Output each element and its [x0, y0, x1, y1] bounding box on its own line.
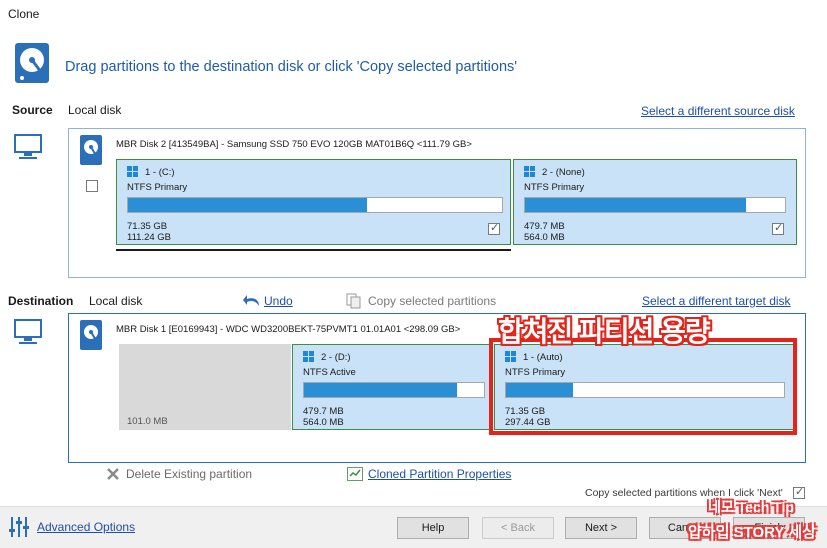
advanced-options-link[interactable]: Advanced Options: [37, 520, 135, 534]
disk-icon: [80, 135, 102, 165]
delete-icon: [106, 467, 120, 481]
properties-icon: [347, 467, 363, 481]
partition-type: NTFS Primary: [127, 182, 188, 193]
usage-bar-fill: [525, 198, 746, 212]
select-target-disk-link[interactable]: Select a different target disk: [642, 294, 791, 308]
window-title: Clone: [8, 7, 40, 21]
partition-size: 111.24 GB: [127, 232, 172, 243]
destination-partition-d[interactable]: 2 - (D:) NTFS Active 479.7 MB 564.0 MB: [292, 344, 490, 430]
partition-checkbox[interactable]: [772, 221, 784, 235]
select-source-disk-link[interactable]: Select a different source disk: [641, 104, 795, 118]
source-partition-underline: [116, 249, 511, 251]
windows-icon: [524, 166, 536, 178]
next-button[interactable]: Next >: [565, 517, 637, 539]
destination-disk-label: Local disk: [89, 294, 143, 308]
unallocated-space: 101.0 MB: [119, 344, 291, 430]
partition-size: 564.0 MB: [303, 417, 344, 428]
partition-size: 564.0 MB: [524, 232, 565, 243]
source-disk-title: MBR Disk 2 [413549BA] - Samsung SSD 750 …: [116, 139, 472, 150]
annotation-label: 합쳐진 파티션 용량: [498, 316, 711, 347]
cloned-partition-properties-link[interactable]: Cloned Partition Properties: [368, 467, 511, 481]
source-partition-c[interactable]: 1 - (C:) NTFS Primary 71.35 GB 111.24 GB: [116, 159, 511, 245]
partition-used: 479.7 MB: [303, 406, 344, 417]
partition-used: 71.35 GB: [127, 221, 168, 232]
watermark-line2: 얍하입 STORY 세상: [688, 524, 816, 541]
partition-type: NTFS Active: [303, 367, 356, 378]
partition-name: 2 - (None): [542, 167, 585, 178]
help-button[interactable]: Help: [397, 517, 469, 539]
usage-bar: [303, 382, 485, 398]
monitor-icon: [14, 133, 42, 161]
copy-selected-partitions-button[interactable]: Copy selected partitions: [368, 294, 496, 308]
windows-icon: [127, 166, 139, 178]
copy-on-next-checkbox[interactable]: [793, 485, 805, 499]
source-disk-panel: MBR Disk 2 [413549BA] - Samsung SSD 750 …: [68, 128, 806, 278]
monitor-icon: [14, 318, 42, 346]
copy-icon: [346, 293, 362, 309]
back-button[interactable]: < Back: [482, 517, 554, 539]
watermark-line1: 네모 Tech Tip: [708, 499, 794, 515]
annotation-highlight-box: [489, 338, 797, 435]
instruction-text: Drag partitions to the destination disk …: [65, 59, 518, 75]
clone-disk-icon: [14, 42, 50, 84]
usage-bar-fill: [304, 383, 457, 397]
source-disk-label: Local disk: [68, 103, 122, 117]
source-disk-checkbox[interactable]: [86, 180, 98, 192]
source-label: Source: [12, 103, 53, 117]
source-partition-none[interactable]: 2 - (None) NTFS Primary 479.7 MB 564.0 M…: [513, 159, 797, 245]
usage-bar: [524, 197, 786, 213]
partition-type: NTFS Primary: [524, 182, 585, 193]
partition-name: 2 - (D:): [321, 352, 351, 363]
usage-bar-fill: [128, 198, 368, 212]
undo-icon: [243, 294, 261, 308]
sliders-icon: [8, 516, 30, 538]
disk-icon: [80, 320, 102, 350]
destination-disk-title: MBR Disk 1 [E0169943] - WDC WD3200BEKT-7…: [116, 324, 461, 335]
windows-icon: [303, 351, 315, 363]
undo-link[interactable]: Undo: [264, 294, 293, 308]
partition-name: 1 - (C:): [145, 167, 175, 178]
partition-checkbox[interactable]: [488, 221, 500, 235]
destination-label: Destination: [8, 294, 74, 308]
unallocated-size: 101.0 MB: [127, 416, 168, 427]
usage-bar: [127, 197, 503, 213]
partition-used: 479.7 MB: [524, 221, 565, 232]
delete-existing-partition-button[interactable]: Delete Existing partition: [126, 467, 252, 481]
